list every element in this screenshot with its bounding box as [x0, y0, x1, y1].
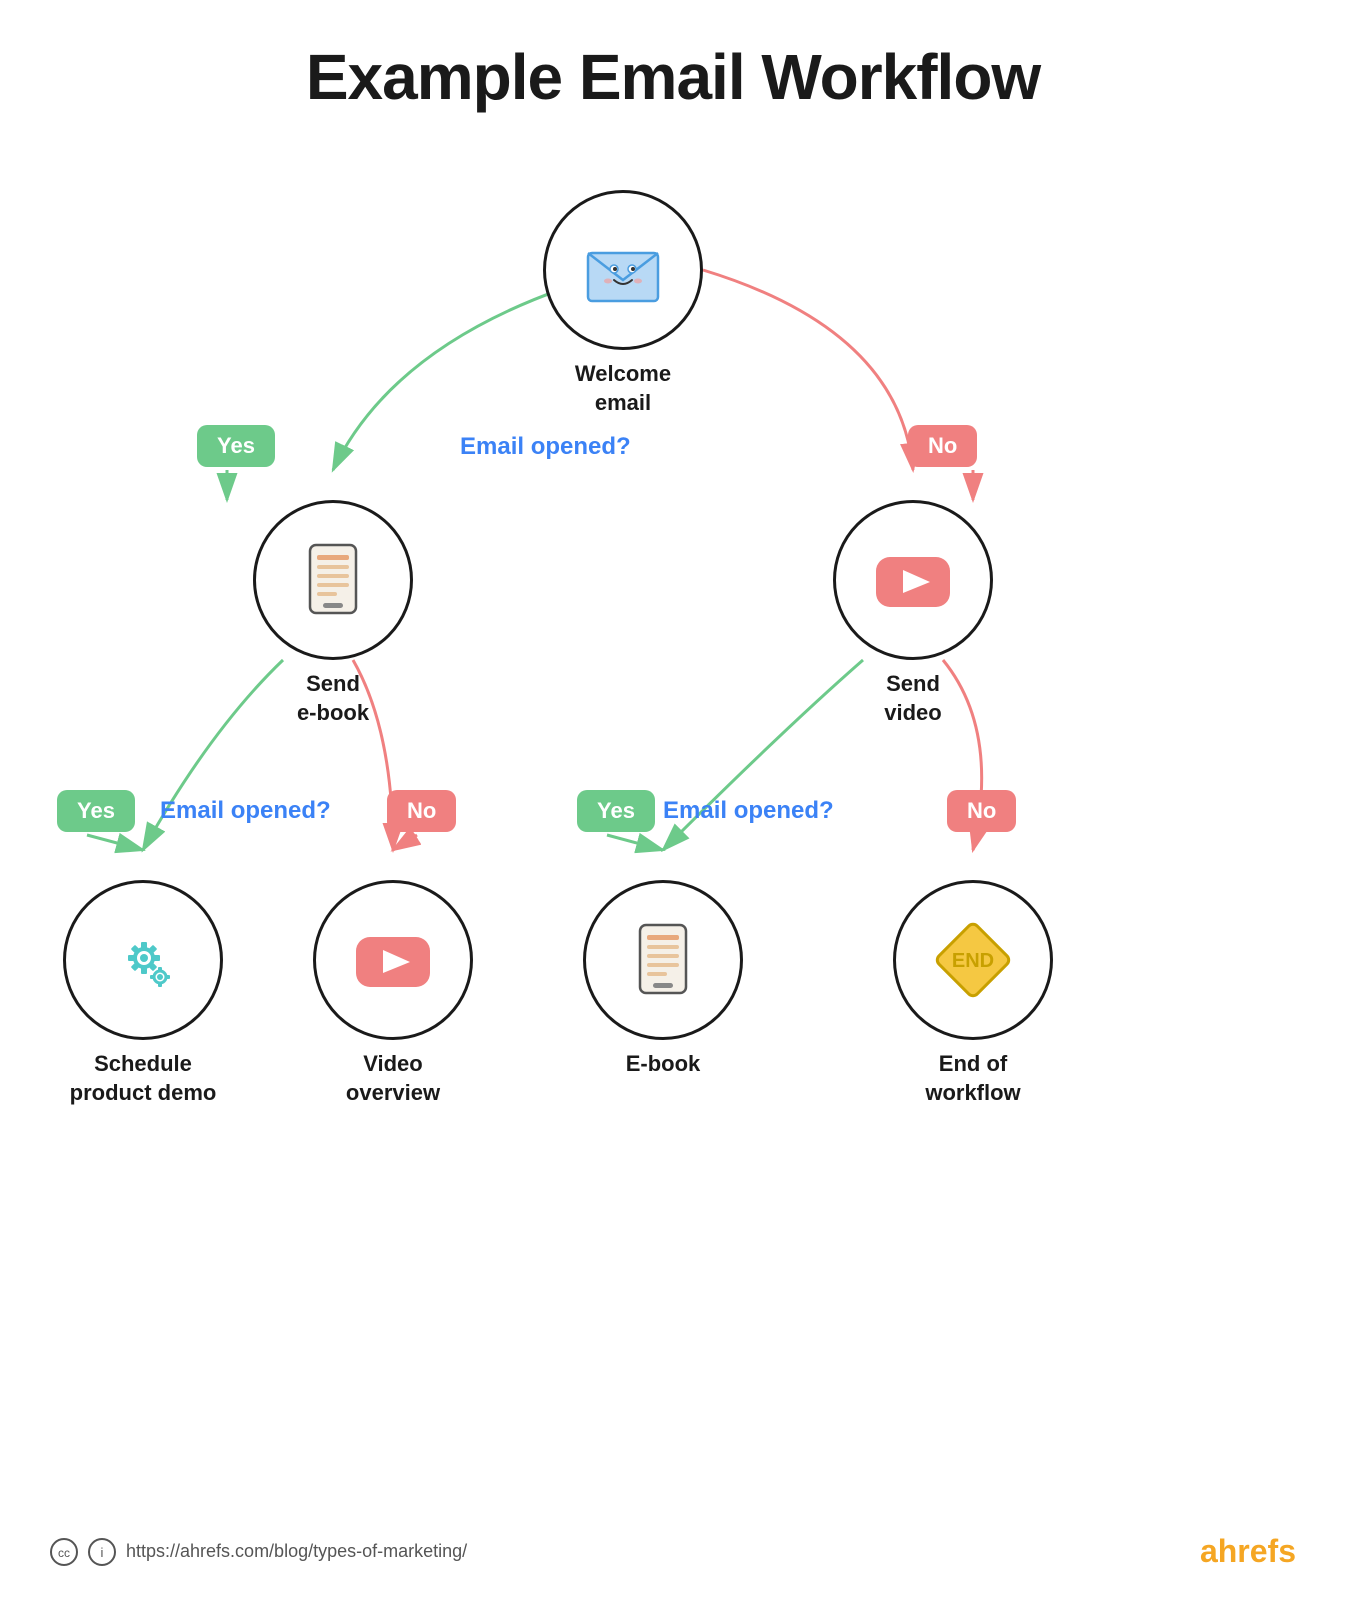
question2: Email opened? — [160, 797, 331, 825]
svg-text:cc: cc — [58, 1546, 70, 1560]
ebook-label: Send e-book — [297, 670, 369, 727]
badge-no2: No — [387, 790, 456, 832]
end-circle: END — [893, 880, 1053, 1040]
schedule-label: Schedule product demo — [70, 1050, 217, 1107]
badge-yes3: Yes — [577, 790, 655, 832]
ebookend-label: E-book — [626, 1050, 701, 1079]
footer: cc i https://ahrefs.com/blog/types-of-ma… — [50, 1533, 1296, 1570]
video-circle — [833, 500, 993, 660]
videoov-node: Video overview — [313, 880, 473, 1107]
footer-url: https://ahrefs.com/blog/types-of-marketi… — [126, 1541, 467, 1562]
video-node: Send video — [833, 500, 993, 727]
ebook2-icon — [618, 915, 708, 1005]
footer-left: cc i https://ahrefs.com/blog/types-of-ma… — [50, 1538, 467, 1566]
ebookend-circle — [583, 880, 743, 1040]
cc-icon: cc — [50, 1538, 78, 1566]
question3: Email opened? — [663, 797, 834, 825]
brand-text: ahrefs — [1200, 1533, 1296, 1569]
svg-text:i: i — [101, 1545, 104, 1560]
video-overview-icon — [348, 915, 438, 1005]
ebook-circle — [253, 500, 413, 660]
badge-no1: No — [908, 425, 977, 467]
footer-brand: ahrefs — [1200, 1533, 1296, 1570]
video-label: Send video — [884, 670, 941, 727]
schedule-circle — [63, 880, 223, 1040]
gear-icon — [98, 915, 188, 1005]
diagram-container: Welcome email Yes No Email opened? — [0, 130, 1346, 1560]
schedule-node: Schedule product demo — [63, 880, 223, 1107]
page-title: Example Email Workflow — [0, 0, 1346, 114]
end-icon: END — [928, 915, 1018, 1005]
ebookend-node: E-book — [583, 880, 743, 1079]
videoov-label: Video overview — [346, 1050, 440, 1107]
welcome-node: Welcome email — [543, 190, 703, 417]
badge-no3: No — [947, 790, 1016, 832]
videoov-circle — [313, 880, 473, 1040]
ebook-icon — [288, 535, 378, 625]
svg-text:END: END — [952, 950, 994, 972]
welcome-label: Welcome email — [575, 360, 671, 417]
question1: Email opened? — [460, 433, 631, 461]
welcome-circle — [543, 190, 703, 350]
ebook-node: Send e-book — [253, 500, 413, 727]
info-icon: i — [88, 1538, 116, 1566]
badge-yes1: Yes — [197, 425, 275, 467]
badge-yes2: Yes — [57, 790, 135, 832]
end-node: END End of workflow — [893, 880, 1053, 1107]
video-icon — [868, 535, 958, 625]
end-label: End of workflow — [925, 1050, 1020, 1107]
email-icon — [578, 225, 668, 315]
